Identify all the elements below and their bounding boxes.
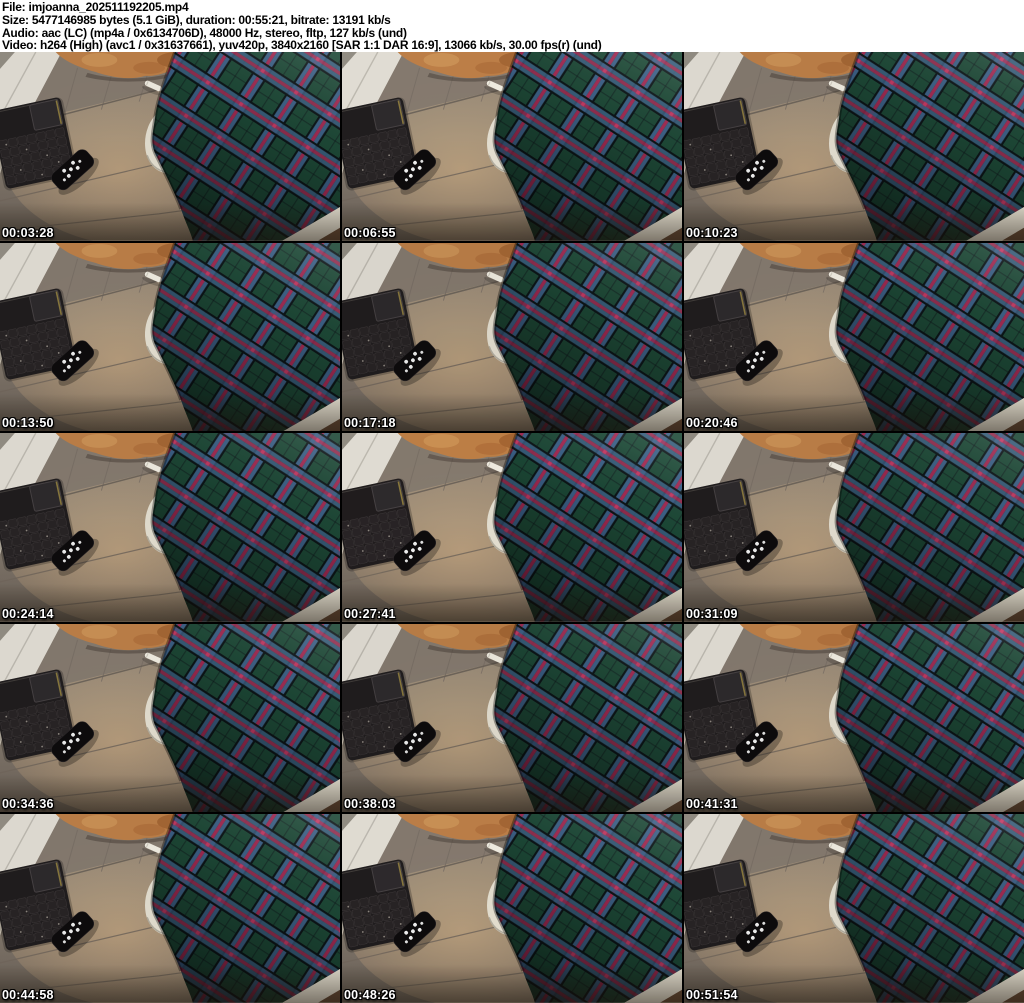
timestamp-overlay: 00:27:41 [344, 606, 396, 621]
thumbnail-scene [342, 623, 682, 813]
video-thumbnail: 00:13:50 [0, 242, 340, 432]
timestamp-overlay: 00:44:58 [2, 988, 54, 1002]
timestamp-overlay: 00:10:23 [686, 225, 738, 240]
video-thumbnail: 00:24:14 [0, 433, 340, 622]
thumbnail-grid: 00:03:28 00:06:55 00:10:23 00:13:50 00:1… [0, 52, 1024, 1003]
video-thumbnail: 00:44:58 [0, 814, 340, 1003]
thumbnail-scene [0, 814, 340, 1003]
timestamp-overlay: 00:38:03 [344, 797, 396, 812]
video-thumbnail: 00:34:36 [0, 623, 340, 813]
video-thumbnail: 00:06:55 [342, 52, 682, 241]
timestamp-overlay: 00:48:26 [344, 988, 396, 1002]
video-thumbnail: 00:41:31 [684, 623, 1024, 813]
video-thumbnail: 00:27:41 [342, 433, 682, 622]
video-thumbnail: 00:51:54 [684, 814, 1024, 1003]
timestamp-overlay: 00:03:28 [2, 225, 54, 240]
thumbnail-scene [684, 242, 1024, 432]
timestamp-overlay: 00:20:46 [686, 416, 738, 431]
video-thumbnail: 00:38:03 [342, 623, 682, 813]
timestamp-overlay: 00:41:31 [686, 797, 738, 812]
timestamp-overlay: 00:24:14 [2, 606, 54, 621]
video-thumbnail: 00:48:26 [342, 814, 682, 1003]
thumbnail-scene [342, 814, 682, 1003]
thumbnail-scene [684, 433, 1024, 622]
thumbnail-scene [342, 52, 682, 241]
thumbnail-scene [684, 623, 1024, 813]
thumbnail-scene [684, 814, 1024, 1003]
thumbnail-scene [684, 52, 1024, 241]
timestamp-overlay: 00:31:09 [686, 606, 738, 621]
video-thumbnail: 00:03:28 [0, 52, 340, 241]
timestamp-overlay: 00:51:54 [686, 988, 738, 1002]
timestamp-overlay: 00:06:55 [344, 225, 396, 240]
thumbnail-scene [0, 242, 340, 432]
video-thumbnail: 00:20:46 [684, 242, 1024, 432]
thumbnail-scene [0, 433, 340, 622]
video-thumbnail: 00:31:09 [684, 433, 1024, 622]
timestamp-overlay: 00:34:36 [2, 797, 54, 812]
contact-sheet: File: imjoanna_202511192205.mp4 Size: 54… [0, 0, 1024, 1003]
file-info-line: File: imjoanna_202511192205.mp4 [2, 0, 189, 14]
timestamp-overlay: 00:17:18 [344, 416, 396, 431]
size-info-line: Size: 5477146985 bytes (5.1 GiB), durati… [2, 12, 391, 27]
video-thumbnail: 00:17:18 [342, 242, 682, 432]
thumbnail-scene [0, 623, 340, 813]
timestamp-overlay: 00:13:50 [2, 416, 54, 431]
thumbnail-scene [342, 433, 682, 622]
thumbnail-scene [342, 242, 682, 432]
video-thumbnail: 00:10:23 [684, 52, 1024, 241]
thumbnail-scene [0, 52, 340, 241]
media-info-header: File: imjoanna_202511192205.mp4 Size: 54… [0, 0, 1024, 52]
video-info-line: Video: h264 (High) (avc1 / 0x31637661), … [2, 38, 602, 53]
